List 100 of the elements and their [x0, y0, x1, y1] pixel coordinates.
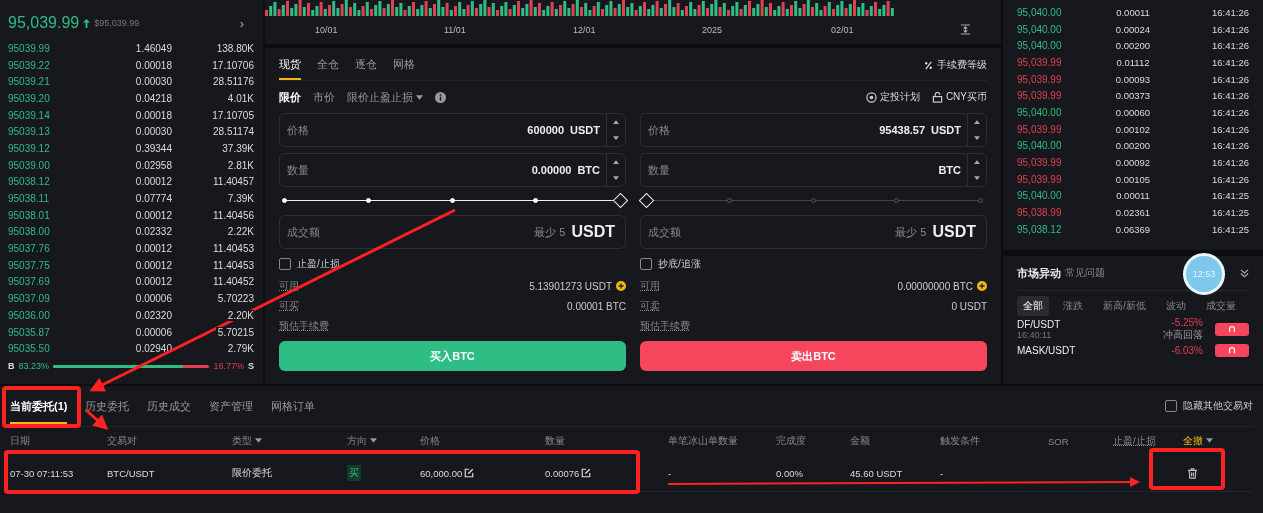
trade-tab[interactable]: 现货 — [279, 50, 301, 80]
trade-time: 16:41:26 — [1211, 73, 1249, 85]
up-arrow-icon — [82, 17, 92, 29]
increase-icon[interactable] — [974, 160, 980, 164]
order-type-tab[interactable]: 市价 — [313, 89, 335, 105]
buy-crypto-link[interactable]: CNY买币 — [931, 90, 987, 104]
event-note: 冲高回落 — [1163, 327, 1203, 342]
orders-tab[interactable]: 资产管理 — [209, 388, 254, 424]
movers-tab[interactable]: 新高/新低 — [1097, 296, 1152, 316]
movers-tab[interactable]: 成交量 — [1199, 296, 1242, 316]
add-funds-icon[interactable] — [977, 281, 987, 291]
bid-total: 11.40453 — [211, 243, 254, 255]
decrease-icon[interactable] — [613, 136, 619, 140]
axis-label: 2025 — [702, 24, 724, 35]
trade-time: 16:41:26 — [1211, 157, 1249, 169]
bid-amount: 0.00012 — [135, 176, 172, 188]
max-value: 0 USDT — [951, 300, 987, 312]
bid-price: 95035.50 — [8, 343, 51, 355]
trade-price: 95,040.00 — [1017, 6, 1062, 18]
alert-button[interactable] — [1215, 343, 1249, 357]
quantity-field[interactable]: 数量 BTC — [640, 153, 987, 187]
price-field[interactable]: 价格 95438.57 USDT — [640, 113, 987, 147]
recurring-plan-link[interactable]: 定投计划 — [865, 90, 920, 104]
trade-price: 95,039.99 — [1017, 123, 1062, 135]
trade-amount: 0.00200 — [1114, 40, 1152, 52]
trade-tab[interactable]: 全仓 — [317, 50, 339, 80]
more-link[interactable]: › — [239, 15, 244, 31]
faq-link[interactable]: 常见问题 — [1065, 266, 1105, 280]
bid-price: 95037.76 — [8, 243, 51, 255]
movers-tab[interactable]: 全部 — [1017, 296, 1049, 316]
trade-time: 16:41:25 — [1211, 207, 1249, 219]
fit-icon[interactable] — [960, 24, 971, 35]
trade-price: 95,040.00 — [1017, 23, 1062, 35]
bid-total: 2.79K — [225, 343, 254, 355]
caret-icon[interactable] — [416, 95, 423, 101]
price-field[interactable]: 价格 600000 USDT — [279, 113, 626, 147]
pair-name[interactable]: MASK/USDT — [1017, 344, 1172, 356]
decrease-icon[interactable] — [974, 176, 980, 180]
caret-icon[interactable] — [370, 438, 377, 444]
orders-tab[interactable]: 历史成交 — [147, 388, 192, 424]
caret-icon[interactable] — [1206, 438, 1213, 444]
bid-amount: 0.07774 — [135, 193, 172, 205]
add-funds-icon[interactable] — [616, 281, 626, 291]
checkbox[interactable] — [279, 258, 291, 270]
order-type-tab[interactable]: 限价 — [279, 89, 301, 105]
available-label: 可用 — [640, 279, 661, 293]
decrease-icon[interactable] — [613, 176, 619, 180]
checkbox-label[interactable]: 隐藏其他交易对 — [1183, 399, 1253, 413]
table-cell-text: BTC/USDT — [107, 467, 156, 479]
orders-tab[interactable]: 当前委托(1) — [10, 388, 68, 424]
delete-icon[interactable] — [1187, 467, 1198, 479]
bid-price: 95037.69 — [8, 276, 51, 288]
increase-icon[interactable] — [974, 120, 980, 124]
bid-amount: 0.00006 — [135, 326, 172, 338]
total-field[interactable]: 成交额 最少 5 USDT — [279, 215, 626, 249]
column-header: 金额 — [850, 434, 871, 448]
info-icon[interactable] — [435, 91, 446, 103]
increase-icon[interactable] — [613, 160, 619, 164]
trade-amount: 0.00200 — [1114, 140, 1152, 152]
caret-icon[interactable] — [255, 438, 262, 444]
quantity-field[interactable]: 数量 0.00000 BTC — [279, 153, 626, 187]
trade-amount: 0.00011 — [1115, 190, 1151, 202]
alert-button[interactable] — [1215, 322, 1249, 336]
decrease-icon[interactable] — [974, 136, 980, 140]
cancel-all-button[interactable]: 全撤 — [1183, 434, 1263, 448]
edit-icon[interactable] — [464, 468, 475, 478]
bid-price: 95039.14 — [8, 109, 51, 121]
total-field[interactable]: 成交额 最少 5 USDT — [640, 215, 987, 249]
order-type-tab[interactable]: 限价止盈止损 — [347, 89, 423, 105]
increase-icon[interactable] — [613, 120, 619, 124]
table-cell-text: - — [668, 467, 673, 479]
fee-level-link[interactable]: 手续费等级 — [937, 58, 987, 72]
trade-tab[interactable]: 逐仓 — [355, 50, 377, 80]
pair-name[interactable]: DF/USDT — [1017, 318, 1163, 330]
bid-price: 95039.12 — [8, 142, 51, 154]
sell-button[interactable]: 卖出BTC — [640, 341, 987, 371]
checkbox-label[interactable]: 止盈/止损 — [297, 257, 340, 271]
movers-tab[interactable]: 波动 — [1159, 296, 1192, 316]
bid-amount: 0.02320 — [135, 309, 172, 321]
table-cell-text: 07-30 07:11:53 — [10, 467, 75, 479]
max-label: 可卖 — [640, 299, 661, 313]
usd-price: $95,039.99 — [94, 18, 140, 28]
bid-amount: 0.00018 — [135, 59, 172, 71]
bid-amount: 0.00012 — [135, 276, 172, 288]
movers-tab[interactable]: 涨跌 — [1057, 296, 1089, 316]
percent-icon — [924, 60, 933, 70]
column-header: 触发条件 — [940, 434, 981, 448]
lock-icon — [931, 91, 943, 103]
collapse-icon[interactable] — [1240, 268, 1249, 278]
trade-time: 16:41:26 — [1211, 90, 1249, 102]
bid-price: 95037.75 — [8, 259, 51, 271]
checkbox-label[interactable]: 抄底/追涨 — [658, 257, 701, 271]
orders-tab[interactable]: 网格订单 — [271, 388, 316, 424]
checkbox[interactable] — [1165, 400, 1177, 412]
buy-ratio: 83.23% — [18, 361, 50, 372]
checkbox[interactable] — [640, 258, 652, 270]
available-value: 0.00000000 BTC — [897, 280, 973, 292]
trade-tab[interactable]: 网格 — [393, 50, 415, 80]
edit-icon[interactable] — [581, 468, 592, 478]
column-header[interactable]: 止盈/止损 — [1113, 434, 1183, 448]
